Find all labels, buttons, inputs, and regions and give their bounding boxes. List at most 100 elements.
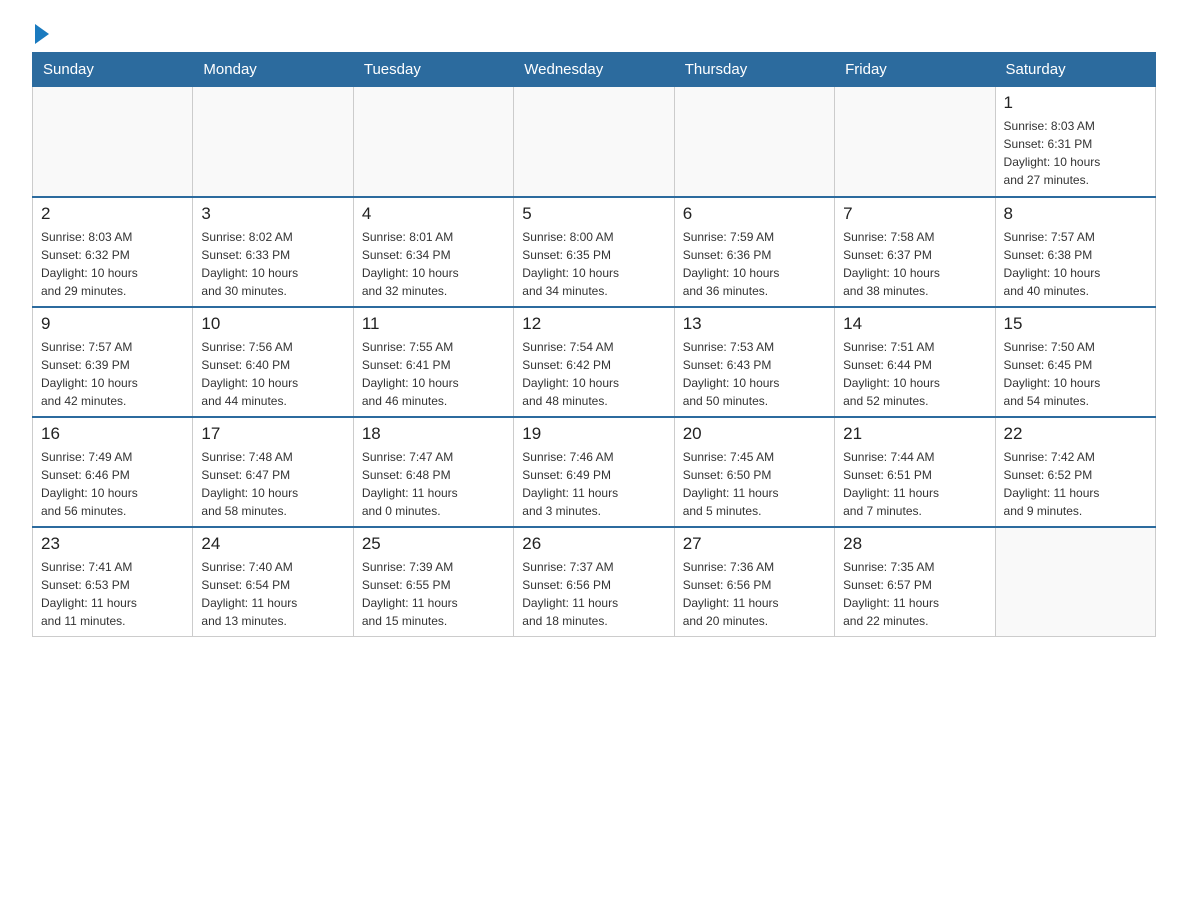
calendar-cell: 4 Sunrise: 8:01 AM Sunset: 6:34 PM Daylig… — [353, 197, 513, 307]
calendar-cell: 2 Sunrise: 8:03 AM Sunset: 6:32 PM Daylig… — [33, 197, 193, 307]
day-info: Sunrise: 7:40 AM Sunset: 6:54 PM Dayligh… — [201, 558, 344, 630]
day-info: Sunrise: 8:03 AM Sunset: 6:31 PM Dayligh… — [1004, 117, 1147, 189]
calendar-cell — [514, 87, 674, 197]
day-number: 11 — [362, 314, 505, 334]
calendar-cell: 17 Sunrise: 7:48 AM Sunset: 6:47 PM Dayli… — [193, 417, 353, 527]
calendar-header-row: SundayMondayTuesdayWednesdayThursdayFrid… — [33, 53, 1156, 87]
calendar-cell — [674, 87, 834, 197]
day-number: 9 — [41, 314, 184, 334]
day-number: 12 — [522, 314, 665, 334]
day-number: 17 — [201, 424, 344, 444]
day-info: Sunrise: 7:56 AM Sunset: 6:40 PM Dayligh… — [201, 338, 344, 410]
logo — [32, 24, 49, 40]
calendar-cell: 10Sunrise: 7:56 AM Sunset: 6:40 PM Dayli… — [193, 307, 353, 417]
calendar-cell: 27 Sunrise: 7:36 AM Sunset: 6:56 PM Dayli… — [674, 527, 834, 637]
day-number: 23 — [41, 534, 184, 554]
calendar-cell — [193, 87, 353, 197]
calendar-cell — [835, 87, 995, 197]
day-number: 1 — [1004, 93, 1147, 113]
weekday-header-wednesday: Wednesday — [514, 53, 674, 87]
calendar-cell: 5Sunrise: 8:00 AM Sunset: 6:35 PM Daylig… — [514, 197, 674, 307]
weekday-header-thursday: Thursday — [674, 53, 834, 87]
calendar-cell: 15 Sunrise: 7:50 AM Sunset: 6:45 PM Dayli… — [995, 307, 1155, 417]
day-info: Sunrise: 8:00 AM Sunset: 6:35 PM Dayligh… — [522, 228, 665, 300]
calendar-week-row: 23 Sunrise: 7:41 AM Sunset: 6:53 PM Dayli… — [33, 527, 1156, 637]
calendar-cell: 9 Sunrise: 7:57 AM Sunset: 6:39 PM Daylig… — [33, 307, 193, 417]
day-info: Sunrise: 7:48 AM Sunset: 6:47 PM Dayligh… — [201, 448, 344, 520]
calendar-week-row: 1 Sunrise: 8:03 AM Sunset: 6:31 PM Daylig… — [33, 87, 1156, 197]
day-info: Sunrise: 8:02 AM Sunset: 6:33 PM Dayligh… — [201, 228, 344, 300]
day-info: Sunrise: 7:46 AM Sunset: 6:49 PM Dayligh… — [522, 448, 665, 520]
day-number: 22 — [1004, 424, 1147, 444]
day-number: 19 — [522, 424, 665, 444]
day-info: Sunrise: 7:57 AM Sunset: 6:39 PM Dayligh… — [41, 338, 184, 410]
calendar-cell: 26Sunrise: 7:37 AM Sunset: 6:56 PM Dayli… — [514, 527, 674, 637]
calendar-cell: 7 Sunrise: 7:58 AM Sunset: 6:37 PM Daylig… — [835, 197, 995, 307]
day-number: 25 — [362, 534, 505, 554]
day-number: 2 — [41, 204, 184, 224]
day-info: Sunrise: 7:39 AM Sunset: 6:55 PM Dayligh… — [362, 558, 505, 630]
day-number: 7 — [843, 204, 986, 224]
weekday-header-friday: Friday — [835, 53, 995, 87]
day-info: Sunrise: 7:57 AM Sunset: 6:38 PM Dayligh… — [1004, 228, 1147, 300]
day-info: Sunrise: 7:51 AM Sunset: 6:44 PM Dayligh… — [843, 338, 986, 410]
page-header — [32, 24, 1156, 40]
day-info: Sunrise: 7:53 AM Sunset: 6:43 PM Dayligh… — [683, 338, 826, 410]
day-number: 8 — [1004, 204, 1147, 224]
calendar-cell: 25 Sunrise: 7:39 AM Sunset: 6:55 PM Dayli… — [353, 527, 513, 637]
calendar-week-row: 9 Sunrise: 7:57 AM Sunset: 6:39 PM Daylig… — [33, 307, 1156, 417]
day-info: Sunrise: 7:44 AM Sunset: 6:51 PM Dayligh… — [843, 448, 986, 520]
day-number: 4 — [362, 204, 505, 224]
day-number: 24 — [201, 534, 344, 554]
calendar-cell: 3 Sunrise: 8:02 AM Sunset: 6:33 PM Daylig… — [193, 197, 353, 307]
weekday-header-sunday: Sunday — [33, 53, 193, 87]
day-number: 14 — [843, 314, 986, 334]
calendar-cell: 13Sunrise: 7:53 AM Sunset: 6:43 PM Dayli… — [674, 307, 834, 417]
day-info: Sunrise: 7:55 AM Sunset: 6:41 PM Dayligh… — [362, 338, 505, 410]
day-number: 28 — [843, 534, 986, 554]
calendar-cell: 6 Sunrise: 7:59 AM Sunset: 6:36 PM Daylig… — [674, 197, 834, 307]
day-number: 16 — [41, 424, 184, 444]
weekday-header-saturday: Saturday — [995, 53, 1155, 87]
day-info: Sunrise: 7:50 AM Sunset: 6:45 PM Dayligh… — [1004, 338, 1147, 410]
day-info: Sunrise: 7:47 AM Sunset: 6:48 PM Dayligh… — [362, 448, 505, 520]
day-info: Sunrise: 7:41 AM Sunset: 6:53 PM Dayligh… — [41, 558, 184, 630]
day-number: 21 — [843, 424, 986, 444]
calendar-cell: 19 Sunrise: 7:46 AM Sunset: 6:49 PM Dayli… — [514, 417, 674, 527]
weekday-header-tuesday: Tuesday — [353, 53, 513, 87]
calendar-cell: 23 Sunrise: 7:41 AM Sunset: 6:53 PM Dayli… — [33, 527, 193, 637]
day-number: 6 — [683, 204, 826, 224]
day-info: Sunrise: 7:49 AM Sunset: 6:46 PM Dayligh… — [41, 448, 184, 520]
day-info: Sunrise: 7:45 AM Sunset: 6:50 PM Dayligh… — [683, 448, 826, 520]
day-number: 15 — [1004, 314, 1147, 334]
weekday-header-monday: Monday — [193, 53, 353, 87]
day-info: Sunrise: 8:01 AM Sunset: 6:34 PM Dayligh… — [362, 228, 505, 300]
day-info: Sunrise: 7:35 AM Sunset: 6:57 PM Dayligh… — [843, 558, 986, 630]
day-info: Sunrise: 7:42 AM Sunset: 6:52 PM Dayligh… — [1004, 448, 1147, 520]
logo-arrow-icon — [35, 24, 49, 44]
calendar-cell: 22 Sunrise: 7:42 AM Sunset: 6:52 PM Dayli… — [995, 417, 1155, 527]
calendar-cell: 24 Sunrise: 7:40 AM Sunset: 6:54 PM Dayli… — [193, 527, 353, 637]
calendar-week-row: 2 Sunrise: 8:03 AM Sunset: 6:32 PM Daylig… — [33, 197, 1156, 307]
day-info: Sunrise: 8:03 AM Sunset: 6:32 PM Dayligh… — [41, 228, 184, 300]
calendar-cell: 11 Sunrise: 7:55 AM Sunset: 6:41 PM Dayli… — [353, 307, 513, 417]
calendar-cell: 16 Sunrise: 7:49 AM Sunset: 6:46 PM Dayli… — [33, 417, 193, 527]
calendar-cell — [33, 87, 193, 197]
day-info: Sunrise: 7:58 AM Sunset: 6:37 PM Dayligh… — [843, 228, 986, 300]
calendar-cell: 20 Sunrise: 7:45 AM Sunset: 6:50 PM Dayli… — [674, 417, 834, 527]
calendar-week-row: 16 Sunrise: 7:49 AM Sunset: 6:46 PM Dayli… — [33, 417, 1156, 527]
calendar-cell: 18 Sunrise: 7:47 AM Sunset: 6:48 PM Dayli… — [353, 417, 513, 527]
day-info: Sunrise: 7:59 AM Sunset: 6:36 PM Dayligh… — [683, 228, 826, 300]
day-number: 3 — [201, 204, 344, 224]
day-number: 20 — [683, 424, 826, 444]
calendar-cell — [353, 87, 513, 197]
calendar-cell: 1 Sunrise: 8:03 AM Sunset: 6:31 PM Daylig… — [995, 87, 1155, 197]
calendar-cell: 8 Sunrise: 7:57 AM Sunset: 6:38 PM Daylig… — [995, 197, 1155, 307]
calendar-cell: 21 Sunrise: 7:44 AM Sunset: 6:51 PM Dayli… — [835, 417, 995, 527]
calendar-cell — [995, 527, 1155, 637]
day-info: Sunrise: 7:36 AM Sunset: 6:56 PM Dayligh… — [683, 558, 826, 630]
day-number: 18 — [362, 424, 505, 444]
day-number: 27 — [683, 534, 826, 554]
day-info: Sunrise: 7:37 AM Sunset: 6:56 PM Dayligh… — [522, 558, 665, 630]
calendar-cell: 14 Sunrise: 7:51 AM Sunset: 6:44 PM Dayli… — [835, 307, 995, 417]
